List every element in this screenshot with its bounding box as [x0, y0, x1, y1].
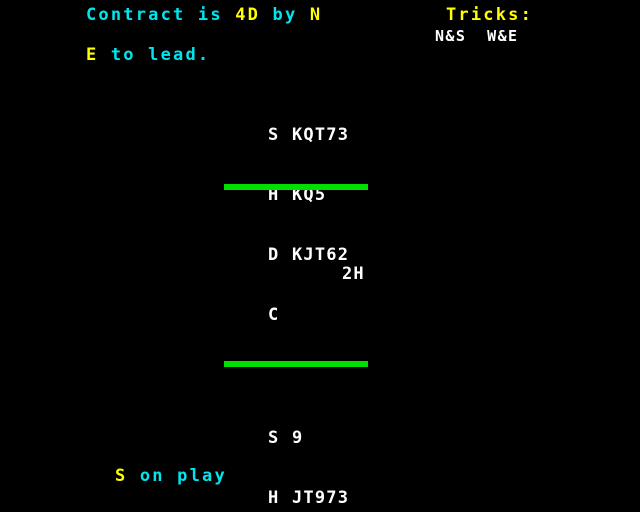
contract-prefix-label: Contract is	[86, 5, 236, 25]
north-hand-row: S KQT73	[268, 125, 349, 145]
on-play-status: S on play	[115, 466, 227, 486]
south-hand-row: H JT973	[268, 488, 349, 508]
bridge-game-screen: Contract is 4D by N E to lead. Tricks: N…	[0, 0, 640, 512]
contract-declarer: N	[309, 5, 323, 25]
contract-value: 4D	[235, 5, 261, 25]
north-hand: S KQT73 H KQ5 D KJT62 C	[268, 85, 349, 365]
north-diamonds-cards[interactable]: KJT62	[292, 245, 349, 265]
north-hand-row: D KJT62	[268, 245, 349, 265]
divider-bar-bottom	[224, 361, 368, 367]
on-play-text: on play	[127, 466, 227, 486]
tricks-title: Tricks:	[446, 5, 534, 25]
suit-symbol-hearts: H	[268, 488, 280, 508]
tricks-column-headers: N&S W&E	[435, 27, 519, 45]
south-spades-cards[interactable]: 9	[292, 428, 303, 448]
south-hand: S9 HJT973 DA973 C643	[268, 388, 349, 512]
suit-symbol-spades: S	[268, 125, 280, 145]
contract-line: Contract is 4D by N	[86, 5, 322, 25]
contract-by-word: by	[260, 5, 310, 25]
lead-line: E to lead.	[86, 45, 210, 65]
suit-symbol-diamonds: D	[268, 245, 280, 265]
suit-symbol-spades: S	[268, 428, 280, 448]
suit-symbol-clubs: C	[268, 305, 280, 325]
lead-player: E	[86, 45, 99, 65]
divider-bar-top	[224, 184, 368, 190]
north-hand-row: C	[268, 305, 349, 325]
north-spades-cards[interactable]: KQT73	[292, 125, 349, 145]
lead-text: to lead.	[98, 45, 211, 65]
on-play-player: S	[115, 466, 128, 486]
south-hand-row: S9	[268, 428, 349, 448]
played-card-east[interactable]: 2H	[342, 264, 365, 284]
south-hearts-cards[interactable]: JT973	[292, 488, 349, 508]
